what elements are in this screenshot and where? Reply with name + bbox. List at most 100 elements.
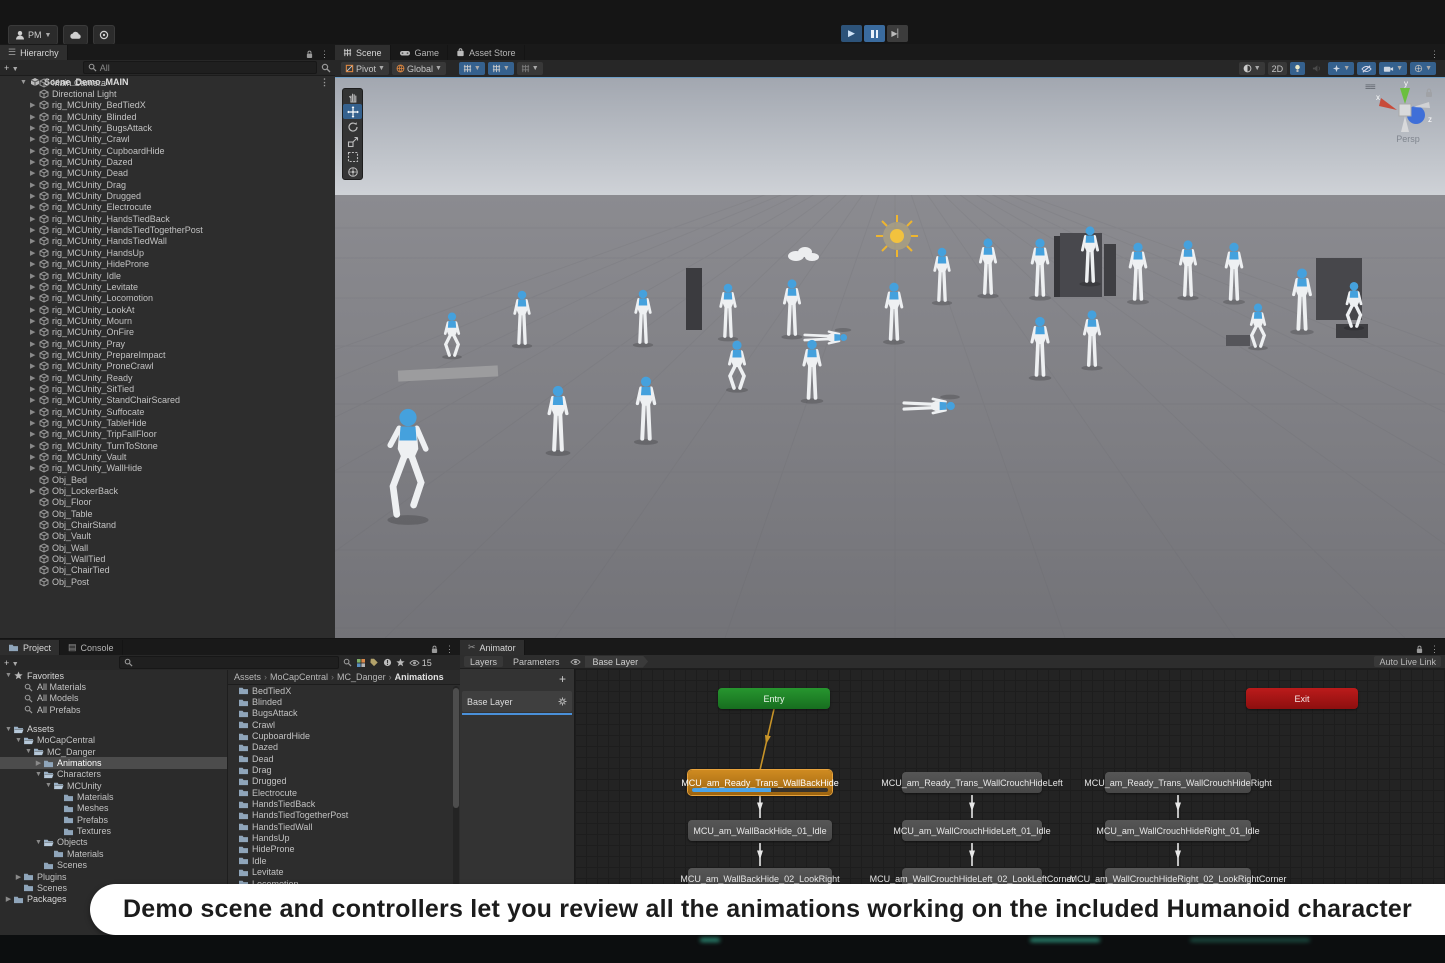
project-folder[interactable]: Dazed — [228, 742, 452, 753]
hierarchy-item[interactable]: ▶rig_MCUnity_Dazed — [0, 156, 335, 167]
layer-item[interactable]: Base Layer — [462, 691, 572, 712]
breadcrumb-segment[interactable]: Animations — [395, 672, 444, 682]
project-tree-item[interactable]: Meshes — [0, 803, 227, 814]
project-tree-item[interactable]: ▼Objects — [0, 837, 227, 848]
scene-viewport[interactable]: ≡≡ y x z Persp — [335, 78, 1445, 638]
gear-icon[interactable] — [558, 697, 567, 706]
foldout-icon[interactable]: ▶ — [30, 374, 39, 382]
hierarchy-item[interactable]: ▶rig_MCUnity_TripFallFloor — [0, 429, 335, 440]
animator-state-node[interactable]: MCU_am_WallCrouchHideLeft_01_Idle — [902, 820, 1042, 841]
project-tree-item[interactable]: ▼Favorites — [0, 670, 227, 681]
foldout-icon[interactable]: ▶ — [30, 169, 39, 177]
foldout-icon[interactable]: ▶ — [30, 430, 39, 438]
project-tree-item[interactable]: ▶Plugins — [0, 871, 227, 882]
hand-tool[interactable] — [343, 89, 362, 104]
foldout-icon[interactable]: ▶ — [30, 408, 39, 416]
breadcrumb[interactable]: Assets›MoCapCentral›MC_Danger›Animations — [228, 670, 460, 685]
hierarchy-item[interactable]: ▶rig_MCUnity_TurnToStone — [0, 440, 335, 451]
foldout-icon[interactable]: ▶ — [30, 135, 39, 143]
project-tree-item[interactable]: ▼MC_Danger — [0, 746, 227, 757]
effects-toggle-button[interactable]: ▼ — [1328, 62, 1354, 75]
hierarchy-item[interactable]: ▶Directional Light — [0, 88, 335, 99]
foldout-icon[interactable]: ▶ — [30, 317, 39, 325]
foldout-icon[interactable]: ▶ — [30, 442, 39, 450]
hierarchy-item[interactable]: ▶rig_MCUnity_Suffocate — [0, 406, 335, 417]
foldout-icon[interactable]: ▶ — [30, 419, 39, 427]
project-folder[interactable]: BugsAttack — [228, 708, 452, 719]
animator-state-node[interactable]: MCU_am_Ready_Trans_WallBackHide — [688, 770, 832, 795]
foldout-icon[interactable]: ▶ — [30, 328, 39, 336]
orientation-gizmo[interactable]: y x z Persp — [1373, 80, 1443, 158]
exit-node[interactable]: Exit — [1246, 688, 1358, 709]
hierarchy-item[interactable]: ▶rig_MCUnity_OnFire — [0, 327, 335, 338]
panel-menu-icon[interactable]: ⋮ — [1430, 644, 1439, 655]
breadcrumb-segment[interactable]: MC_Danger — [337, 672, 386, 682]
alert-icon[interactable] — [383, 658, 392, 667]
hierarchy-item[interactable]: ▶rig_MCUnity_Drugged — [0, 190, 335, 201]
play-button[interactable]: ▶ — [841, 25, 862, 42]
tab-hierarchy[interactable]: ☰ Hierarchy — [0, 45, 68, 60]
lock-icon[interactable] — [1416, 645, 1423, 654]
project-tree-item[interactable]: Prefabs — [0, 814, 227, 825]
layers-tab[interactable]: Layers — [464, 656, 503, 667]
tool-settings-button[interactable]: ▼ — [517, 62, 543, 75]
foldout-icon[interactable]: ▼ — [4, 726, 13, 733]
hierarchy-search-input[interactable]: All — [83, 61, 317, 74]
animator-state-node[interactable]: MCU_am_WallCrouchHideRight_01_Idle — [1105, 820, 1251, 841]
project-tree-item[interactable]: ▼MoCapCentral — [0, 735, 227, 746]
foldout-icon[interactable]: ▶ — [30, 272, 39, 280]
project-tree-item[interactable]: All Materials — [0, 681, 227, 692]
hierarchy-item[interactable]: ▶rig_MCUnity_Crawl — [0, 134, 335, 145]
tab-project[interactable]: Project — [0, 640, 60, 655]
foldout-icon[interactable]: ▶ — [30, 306, 39, 314]
collab-button[interactable] — [93, 25, 115, 45]
project-folder[interactable]: HandsTiedWall — [228, 821, 452, 832]
foldout-icon[interactable]: ▶ — [30, 215, 39, 223]
foldout-icon[interactable]: ▼ — [34, 771, 43, 778]
foldout-icon[interactable]: ▶ — [30, 362, 39, 370]
gizmos-button[interactable]: ▼ — [1410, 62, 1436, 75]
foldout-icon[interactable]: ▶ — [30, 249, 39, 257]
hierarchy-item[interactable]: ▶Obj_Floor — [0, 497, 335, 508]
step-button[interactable]: ▶▏ — [887, 25, 908, 42]
hierarchy-item[interactable]: ▶rig_MCUnity_HandsTiedWall — [0, 236, 335, 247]
project-tree-item[interactable]: ▼MCUnity — [0, 780, 227, 791]
scrollbar-thumb[interactable] — [453, 688, 459, 808]
hierarchy-item[interactable]: ▶rig_MCUnity_StandChairScared — [0, 395, 335, 406]
hierarchy-item[interactable]: ▶rig_MCUnity_Idle — [0, 270, 335, 281]
create-button[interactable]: + ▼ — [4, 658, 19, 668]
breadcrumb-segment[interactable]: Assets — [234, 672, 261, 682]
tab-asset-store[interactable]: Asset Store — [448, 45, 525, 60]
foldout-icon[interactable]: ▼ — [14, 737, 23, 744]
foldout-icon[interactable]: ▶ — [30, 226, 39, 234]
favorites-icon[interactable] — [396, 658, 405, 667]
project-tree-item[interactable]: Scenes — [0, 860, 227, 871]
hierarchy-item[interactable]: ▶Obj_ChairStand — [0, 519, 335, 530]
hierarchy-item[interactable]: ▶rig_MCUnity_Mourn — [0, 315, 335, 326]
hierarchy-item[interactable]: ▶rig_MCUnity_Pray — [0, 338, 335, 349]
hidden-count[interactable]: 15 — [409, 658, 432, 668]
foldout-icon[interactable]: ▶ — [30, 396, 39, 404]
project-tree-item[interactable]: Textures — [0, 825, 227, 836]
hierarchy-item[interactable]: ▶rig_MCUnity_Locomotion — [0, 293, 335, 304]
project-folder[interactable]: BedTiedX — [228, 685, 452, 696]
project-folder[interactable]: Idle — [228, 855, 452, 866]
hierarchy-item[interactable]: ▶rig_MCUnity_CupboardHide — [0, 145, 335, 156]
panel-menu-icon[interactable]: ⋮ — [445, 644, 454, 655]
hierarchy-item[interactable]: ▶rig_MCUnity_ProneCrawl — [0, 361, 335, 372]
hierarchy-item[interactable]: ▶rig_MCUnity_SitTied — [0, 383, 335, 394]
foldout-icon[interactable]: ▶ — [30, 453, 39, 461]
global-toggle-button[interactable]: Global▼ — [392, 62, 446, 75]
project-folder[interactable]: HandsTiedTogetherPost — [228, 810, 452, 821]
foldout-icon[interactable]: ▶ — [30, 237, 39, 245]
hierarchy-item[interactable]: ▶rig_MCUnity_HandsUp — [0, 247, 335, 258]
project-tree-item[interactable]: Materials — [0, 848, 227, 859]
hierarchy-item[interactable]: ▶Main Camera — [0, 77, 335, 88]
tab-game[interactable]: Game — [391, 45, 449, 60]
create-button[interactable]: + ▼ — [4, 63, 19, 73]
foldout-icon[interactable]: ▶ — [30, 260, 39, 268]
move-tool[interactable] — [343, 104, 362, 119]
account-menu-button[interactable]: PM ▼ — [8, 25, 58, 45]
rotate-tool[interactable] — [343, 119, 362, 134]
transform-tool[interactable] — [343, 164, 362, 179]
